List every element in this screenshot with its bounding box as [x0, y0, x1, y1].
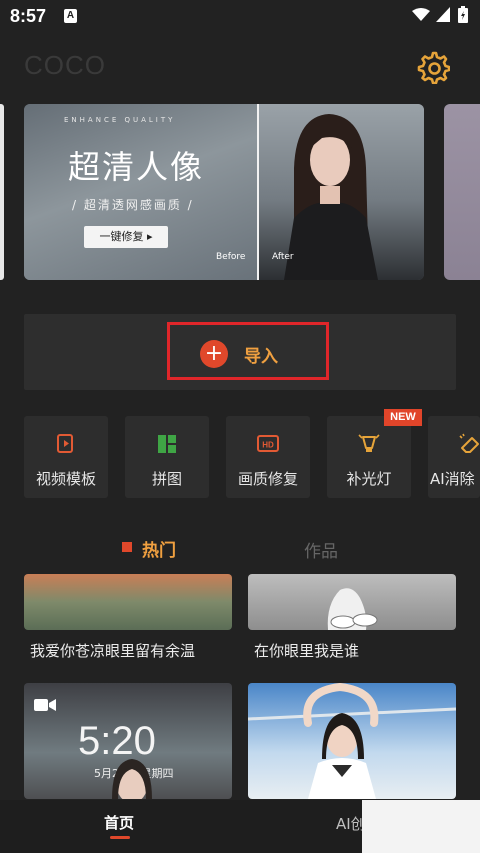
banner-subtitle: / 超清透网感画质 /: [72, 198, 194, 212]
hd-icon: HD: [257, 435, 279, 452]
tool-label: AI消除: [430, 470, 475, 488]
tool-video-template[interactable]: 视频模板: [24, 416, 108, 498]
feed-thumbnail[interactable]: [24, 574, 232, 630]
tool-fill-light[interactable]: 补光灯: [327, 416, 411, 498]
tool-label: 视频模板: [35, 470, 96, 488]
gear-icon: [417, 51, 451, 85]
feed-portrait: [112, 759, 152, 799]
tool-ai-erase[interactable]: AI消除: [428, 416, 480, 498]
fill-light-icon: [358, 434, 380, 452]
status-time: 8:57: [10, 6, 47, 26]
battery-icon: [458, 6, 468, 23]
wifi-icon: [412, 8, 430, 21]
banner-en-tag: ENHANCE QUALITY: [64, 116, 176, 124]
tool-label: 拼图: [151, 470, 182, 488]
new-badge: NEW: [384, 409, 422, 426]
tool-collage[interactable]: 拼图: [125, 416, 209, 498]
before-after-divider: [257, 104, 259, 280]
notification-icon: A: [64, 9, 77, 23]
nav-active-indicator: [110, 836, 130, 839]
banner-prev-peek[interactable]: [0, 104, 4, 280]
video-camera-icon: [34, 699, 56, 711]
tab-hot-label: 热门: [142, 541, 176, 561]
feed-thumbnail[interactable]: 5:20 5月20日 星期四: [24, 683, 232, 799]
video-template-icon: [57, 434, 73, 453]
feed-image: [248, 683, 456, 799]
svg-text:HD: HD: [262, 441, 274, 450]
nav-home[interactable]: 首页: [104, 812, 134, 833]
status-bar: 8:57 A: [0, 0, 480, 32]
banner-title: 超清人像: [68, 148, 205, 186]
active-tab-marker: [122, 542, 132, 552]
feed-caption[interactable]: 我爱你苍凉眼里留有余温: [30, 640, 195, 661]
tab-works[interactable]: 作品: [304, 537, 338, 562]
eraser-icon: [459, 433, 479, 453]
one-click-repair-button[interactable]: 一键修复 ▸: [84, 226, 168, 248]
before-label: Before: [216, 252, 246, 262]
tool-quality-repair[interactable]: HD 画质修复: [226, 416, 310, 498]
banner-card[interactable]: ENHANCE QUALITY 超清人像 / 超清透网感画质 / 一键修复 ▸ …: [24, 104, 424, 280]
settings-button[interactable]: [416, 50, 451, 85]
collage-icon: [158, 435, 176, 453]
signal-icon: [436, 7, 450, 22]
import-button[interactable]: + 导入: [200, 338, 300, 370]
feed-thumbnail[interactable]: [248, 683, 456, 799]
feed-image: [327, 588, 378, 630]
feed-thumbnail[interactable]: [248, 574, 456, 630]
after-label: After: [272, 252, 294, 262]
banner-next-peek[interactable]: [444, 104, 480, 280]
app-title: COCO: [24, 50, 106, 80]
import-label: 导入: [244, 347, 278, 367]
corner-overlay: [362, 800, 480, 853]
tool-label: 补光灯: [346, 470, 392, 488]
tool-label: 画质修复: [237, 470, 298, 488]
feed-caption[interactable]: 在你眼里我是谁: [254, 640, 359, 661]
plus-icon: +: [200, 340, 228, 368]
